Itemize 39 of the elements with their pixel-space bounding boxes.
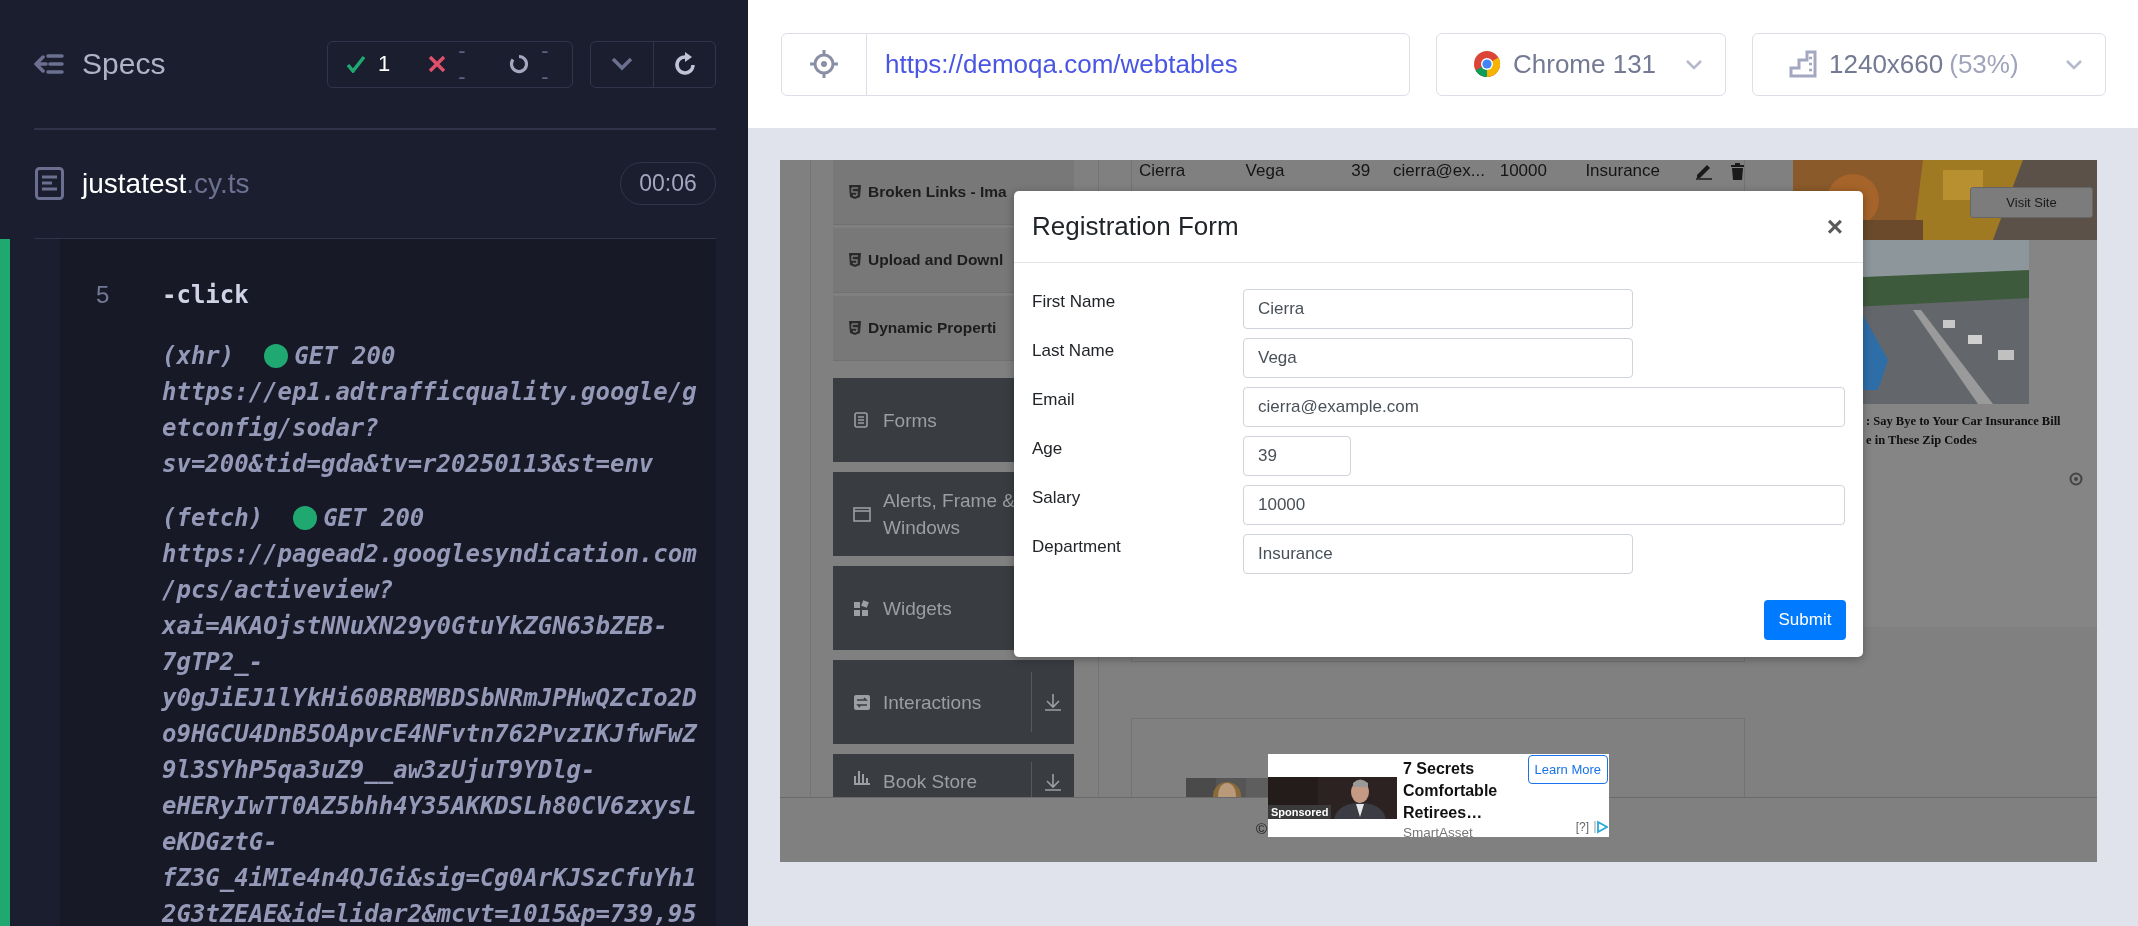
sidebar-group[interactable]: Book Store bbox=[833, 754, 1074, 797]
table-cell-text: Insurance bbox=[1585, 161, 1662, 181]
sidebar-group[interactable]: Interactions bbox=[833, 660, 1074, 744]
passed-count: 1 bbox=[378, 51, 391, 77]
learn-more-button[interactable]: Learn More bbox=[1527, 755, 1608, 784]
table-cell-text: Cierra bbox=[1139, 161, 1187, 181]
table-cell-text: 39 bbox=[1351, 161, 1372, 181]
submit-button[interactable]: Submit bbox=[1764, 600, 1846, 640]
spec-file-name: justatest.cy.ts bbox=[82, 167, 250, 200]
ad-advertiser: SmartAsset bbox=[1403, 825, 1474, 840]
request-method: (fetch) bbox=[162, 503, 264, 534]
text-field[interactable]: cierra@example.com bbox=[1243, 387, 1845, 427]
ad-caption: e in These Zip Codes bbox=[1866, 432, 1978, 449]
ad-caption: : Say Bye to Your Car Insurance Bill bbox=[1866, 413, 2062, 430]
text-field[interactable]: Cierra bbox=[1243, 289, 1633, 329]
text-field[interactable]: 10000 bbox=[1243, 485, 1845, 525]
command-name: -click bbox=[162, 281, 249, 309]
failed-count: -- bbox=[458, 38, 467, 90]
viewport-dropdown[interactable]: 1240x660 (53%) bbox=[1752, 32, 2106, 96]
ad-info-link[interactable]: [?] bbox=[1575, 820, 1589, 834]
field-label: Email bbox=[1032, 389, 1076, 411]
request-method: (xhr) bbox=[162, 341, 235, 372]
text-field[interactable]: Vega bbox=[1243, 338, 1633, 378]
text-field[interactable]: 39 bbox=[1243, 436, 1351, 476]
line-number: 5 bbox=[95, 281, 111, 309]
specs-button[interactable]: Specs bbox=[34, 47, 166, 81]
browser-dropdown[interactable]: Chrome 131 bbox=[1436, 32, 1726, 96]
pending-count: -- bbox=[541, 38, 550, 90]
copyright-text: © bbox=[1256, 820, 1268, 837]
table-cell-text: 10000 bbox=[1499, 161, 1548, 181]
field-label: Age bbox=[1032, 438, 1064, 460]
request-status: GET 200 bbox=[294, 341, 396, 372]
request-url: https://ep1.adtrafficquality.google/getconfig/sodar?sv=200&tid=gda&tv=r20250113&st=env bbox=[162, 377, 697, 480]
table-cell-text: Vega bbox=[1245, 161, 1286, 181]
text-field[interactable]: Insurance bbox=[1243, 534, 1633, 574]
ad-headline: 7 Secrets Comfortable Retirees… bbox=[1403, 759, 1499, 823]
request-status: GET 200 bbox=[323, 503, 425, 534]
table-cell-text: cierra@ex... bbox=[1393, 161, 1486, 181]
url-field: https://demoqa.com/webtables bbox=[781, 32, 1410, 96]
